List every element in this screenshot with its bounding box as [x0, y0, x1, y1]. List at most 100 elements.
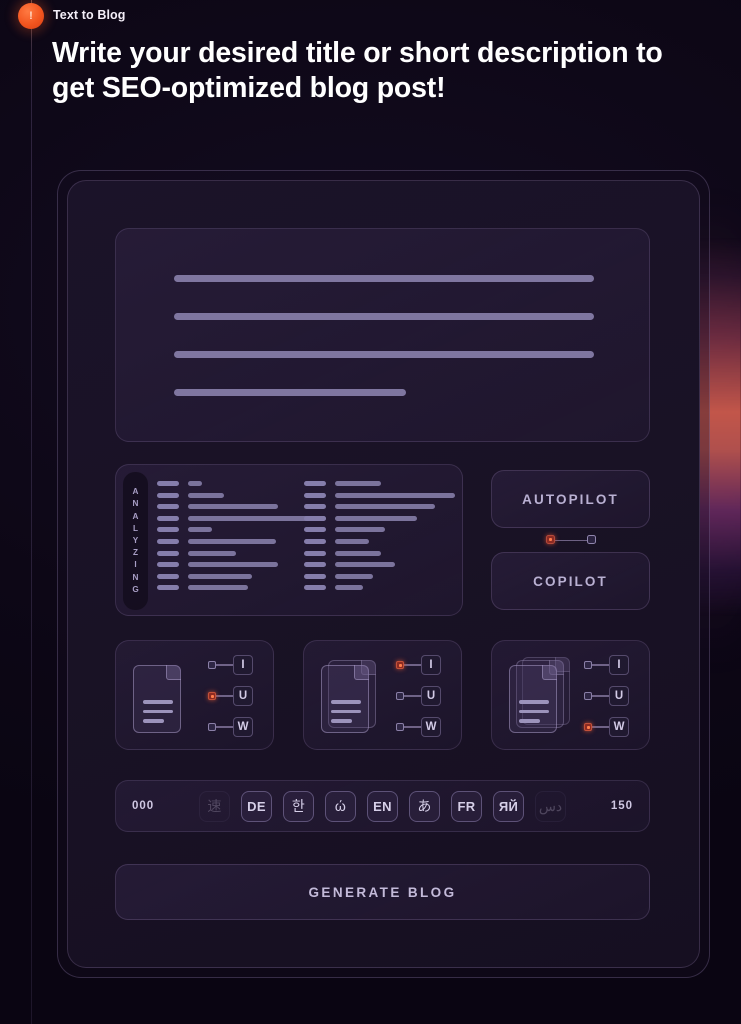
language-chip[interactable]: FR: [451, 790, 482, 822]
analysis-code-row: [157, 504, 326, 510]
format-node-icon[interactable]: [396, 692, 404, 700]
analysis-token-key: [157, 550, 179, 556]
analysis-token-value: [188, 481, 202, 486]
analysis-code-row: [157, 562, 326, 568]
language-chip[interactable]: あ: [409, 790, 440, 822]
document-page: [321, 665, 369, 733]
format-node-icon[interactable]: [396, 661, 404, 669]
double-page-card[interactable]: IUW: [303, 640, 462, 750]
format-node-icon[interactable]: [584, 661, 592, 669]
format-label[interactable]: W: [233, 717, 253, 737]
format-label[interactable]: U: [233, 686, 253, 706]
page-text-line: [519, 709, 549, 714]
analysis-token-key: [304, 504, 326, 510]
analysis-token-value: [188, 504, 278, 510]
format-option-w[interactable]: W: [208, 717, 260, 737]
analysis-code-row: [157, 481, 326, 486]
language-selector[interactable]: 000 速 DE 한 ώ EN あ FR ЯЙ دس 150: [115, 780, 650, 832]
format-node-icon[interactable]: [208, 661, 216, 669]
format-option-i[interactable]: I: [584, 655, 636, 675]
format-label[interactable]: I: [609, 655, 629, 675]
language-chip[interactable]: EN: [367, 790, 398, 822]
analysis-token-value: [335, 573, 373, 579]
analyzing-letter: N: [132, 499, 139, 509]
analysis-token-value: [335, 585, 363, 591]
analysis-code-row: [304, 504, 455, 510]
format-node-icon[interactable]: [584, 692, 592, 700]
format-option-i[interactable]: I: [208, 655, 260, 675]
language-chip[interactable]: ЯЙ: [493, 790, 524, 822]
analysis-token-key: [157, 562, 179, 568]
analysis-token-value: [188, 538, 276, 544]
language-chip[interactable]: دس: [535, 790, 566, 822]
format-wire: [216, 664, 233, 666]
analysis-token-value: [188, 492, 224, 498]
breadcrumb: Text to Blog: [53, 8, 126, 22]
page-text-line: [331, 719, 352, 723]
language-chip[interactable]: 速: [199, 790, 230, 822]
analysis-token-value: [335, 562, 395, 568]
analysis-code-row: [304, 562, 455, 568]
analysis-code-column-right: [304, 481, 455, 591]
format-option-list: IUW: [208, 655, 260, 737]
format-wire: [592, 664, 609, 666]
analysis-token-value: [335, 550, 381, 556]
word-count-max: 150: [610, 800, 633, 812]
format-option-u[interactable]: U: [584, 686, 636, 706]
format-wire: [216, 726, 233, 728]
format-node-icon[interactable]: [208, 692, 216, 700]
analysis-token-key: [304, 573, 326, 579]
page-text-line: [331, 700, 361, 704]
analysis-token-key: [157, 585, 179, 591]
format-node-icon[interactable]: [396, 723, 404, 731]
page-fold-corner: [166, 665, 181, 680]
format-option-u[interactable]: U: [208, 686, 260, 706]
page-fold-corner: [354, 665, 369, 680]
format-option-u[interactable]: U: [396, 686, 448, 706]
analysis-code-row: [304, 481, 455, 486]
analysis-token-value: [188, 527, 212, 533]
analyzing-letter: A: [132, 511, 139, 521]
format-label[interactable]: W: [609, 717, 629, 737]
analysis-code-row: [304, 550, 455, 556]
format-label[interactable]: U: [609, 686, 629, 706]
copilot-button[interactable]: COPILOT: [491, 552, 650, 610]
triple-page-card[interactable]: IUW: [491, 640, 650, 750]
format-node-icon[interactable]: [584, 723, 592, 731]
format-option-w[interactable]: W: [396, 717, 448, 737]
analysis-token-key: [157, 573, 179, 579]
analysis-code-row: [157, 492, 326, 498]
format-label[interactable]: I: [421, 655, 441, 675]
format-wire: [592, 695, 609, 697]
analysis-token-value: [335, 515, 417, 521]
language-chip[interactable]: DE: [241, 790, 272, 822]
analysis-token-key: [304, 562, 326, 568]
language-chip[interactable]: 한: [283, 790, 314, 822]
format-option-i[interactable]: I: [396, 655, 448, 675]
analyzing-letter: Y: [132, 536, 139, 545]
analysis-code-row: [157, 550, 326, 556]
analysis-code-row: [304, 585, 455, 591]
analysis-code-row: [157, 585, 326, 591]
format-label[interactable]: I: [233, 655, 253, 675]
analysis-code-row: [304, 538, 455, 544]
analyzing-panel: ANALYZING: [115, 464, 463, 616]
page-text-line: [519, 719, 540, 723]
language-chip[interactable]: ώ: [325, 790, 356, 822]
analysis-code-row: [304, 492, 455, 498]
analysis-token-value: [335, 504, 435, 510]
page-text-lines: [331, 700, 361, 723]
generate-blog-button[interactable]: GENERATE BLOG: [115, 864, 650, 920]
description-input[interactable]: [115, 228, 650, 442]
single-page-card[interactable]: IUW: [115, 640, 274, 750]
format-label[interactable]: U: [421, 686, 441, 706]
autopilot-node-icon[interactable]: [546, 535, 555, 544]
copilot-node-icon[interactable]: [587, 535, 596, 544]
format-label[interactable]: W: [421, 717, 441, 737]
page-title: Write your desired title or short descri…: [52, 37, 663, 104]
format-node-icon[interactable]: [208, 723, 216, 731]
analysis-token-value: [188, 550, 236, 556]
autopilot-button[interactable]: AUTOPILOT: [491, 470, 650, 528]
format-option-w[interactable]: W: [584, 717, 636, 737]
placeholder-line: [174, 351, 594, 358]
